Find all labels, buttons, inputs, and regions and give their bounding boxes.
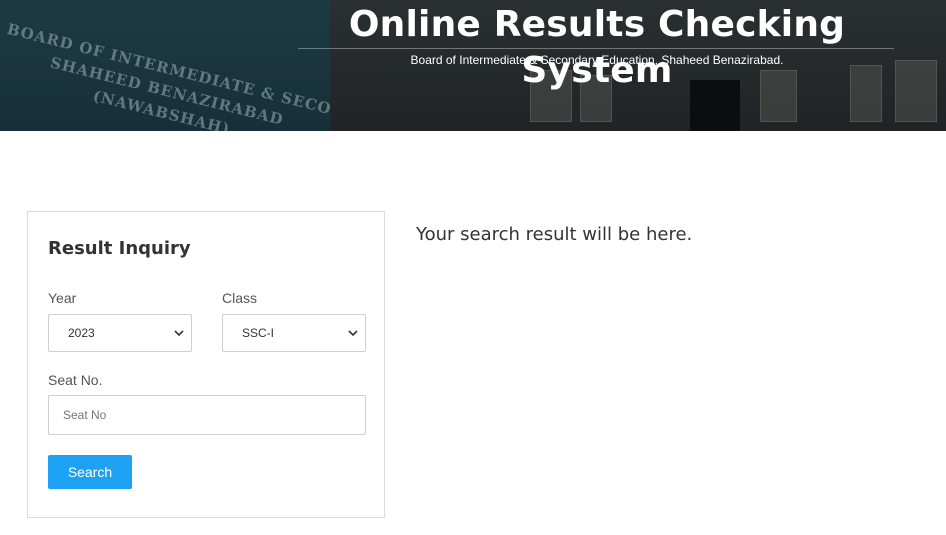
card-title: Result Inquiry [48,238,191,259]
year-select-value: 2023 [68,326,95,340]
seat-no-input[interactable] [48,395,366,435]
class-select[interactable]: SSC-I [222,314,366,352]
class-label: Class [222,290,258,306]
year-select[interactable]: 2023 [48,314,192,352]
result-placeholder-text: Your search result will be here. [416,224,693,245]
chevron-down-icon [348,330,358,337]
title-divider [298,48,894,49]
chevron-down-icon [174,330,184,337]
signboard-text: BOARD OF INTERMEDIATE & SECONDARY EDUCAT… [0,18,514,131]
building-window [895,60,937,122]
search-button[interactable]: Search [48,455,132,489]
banner-signboard-image: BOARD OF INTERMEDIATE & SECONDARY EDUCAT… [0,0,514,131]
class-select-value: SSC-I [242,326,275,340]
header-banner: BOARD OF INTERMEDIATE & SECONDARY EDUCAT… [0,0,946,131]
year-label: Year [48,290,77,306]
result-inquiry-card: Result Inquiry Year 2023 Class SSC-I Sea… [27,211,385,518]
page-subtitle: Board of Intermediate & Secondary Educat… [410,53,784,67]
seat-no-label: Seat No. [48,372,103,388]
